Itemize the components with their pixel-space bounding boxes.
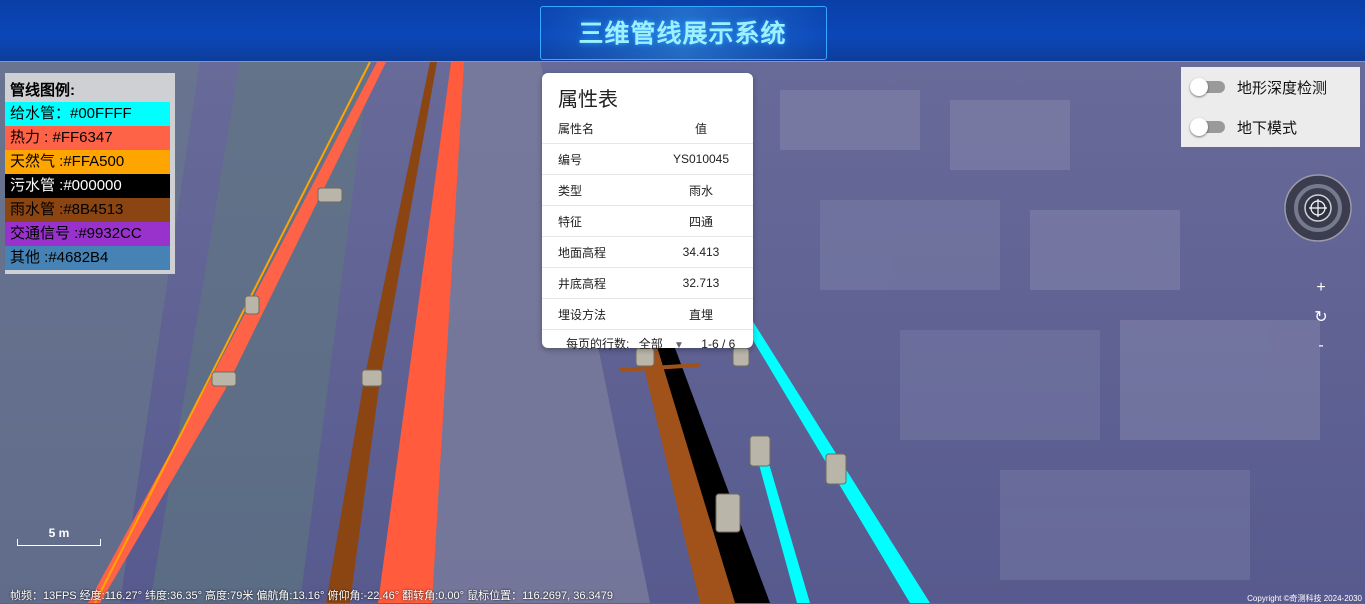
zoom-in-button[interactable]: + bbox=[1307, 274, 1335, 302]
row-value: 32.713 bbox=[649, 267, 753, 299]
pagination-range: 1-6 / 6 bbox=[701, 337, 736, 351]
table-row: 地面高程 34.413 bbox=[542, 236, 753, 268]
popup-title: 属性表 bbox=[558, 89, 618, 111]
toggle-switch[interactable] bbox=[1190, 78, 1225, 96]
table-row: 特征 四通 bbox=[542, 205, 753, 237]
row-value: 雨水 bbox=[649, 174, 753, 206]
legend-item-sewage: 污水管 :#000000 bbox=[5, 174, 170, 198]
legend-item-gas: 天然气 :#FFA500 bbox=[5, 150, 170, 174]
legend-title: 管线图例: bbox=[10, 82, 75, 99]
table-header-row: 属性名 值 bbox=[542, 113, 753, 144]
app-header: 三维管线展示系统 bbox=[0, 0, 1365, 62]
copyright-text: Copyright ©奇测科技 2024-2030 bbox=[1247, 594, 1362, 603]
toggle-knob bbox=[1190, 118, 1208, 136]
scale-label: 5 m bbox=[48, 526, 70, 540]
rows-per-page-label: 每页的行数: bbox=[566, 337, 630, 351]
attribute-table: 属性名 值 编号 YS010045 类型 雨水 特征 四通 地面高程 34.41… bbox=[542, 113, 753, 330]
row-value: 34.413 bbox=[649, 236, 753, 268]
toggle-knob bbox=[1190, 78, 1208, 96]
legend-item-traffic-signal: 交通信号 :#9932CC bbox=[5, 222, 170, 246]
table-row: 埋设方法 直埋 bbox=[542, 298, 753, 330]
row-value: YS010045 bbox=[649, 143, 753, 175]
legend-item-storm: 雨水管 :#8B4513 bbox=[5, 198, 170, 222]
toggle-switch[interactable] bbox=[1190, 118, 1225, 136]
underground-mode-label: 地下模式 bbox=[1237, 120, 1298, 137]
scale-bar: 5 m bbox=[17, 524, 101, 546]
terrain-depth-label: 地形深度检测 bbox=[1237, 80, 1328, 97]
row-key: 埋设方法 bbox=[542, 298, 649, 330]
row-value: 直埋 bbox=[649, 298, 753, 330]
pipeline-legend: 管线图例: 给水管：#00FFFF 热力 : #FF6347 天然气 :#FFA… bbox=[5, 73, 175, 274]
table-row: 编号 YS010045 bbox=[542, 143, 753, 175]
rows-per-page-value: 全部 bbox=[638, 337, 663, 351]
zoom-reset-button[interactable]: ↻ bbox=[1307, 304, 1335, 332]
row-key: 特征 bbox=[542, 205, 649, 237]
compass-icon[interactable]: N bbox=[1284, 174, 1352, 242]
legend-item-other: 其他 :#4682B4 bbox=[5, 246, 170, 270]
row-value: 四通 bbox=[649, 205, 753, 237]
attribute-popup: 属性表 属性名 值 编号 YS010045 类型 雨水 特征 四通 地面高程 3… bbox=[542, 73, 753, 351]
zoom-out-button[interactable]: - bbox=[1307, 332, 1335, 360]
status-bar: 帧频：13FPS 经度:116.27° 纬度:36.35° 高度:79米 偏航角… bbox=[10, 590, 614, 602]
legend-item-heating: 热力 : #FF6347 bbox=[5, 126, 170, 150]
row-key: 井底高程 bbox=[542, 267, 649, 299]
app-title: 三维管线展示系统 bbox=[578, 20, 787, 48]
row-key: 地面高程 bbox=[542, 236, 649, 268]
legend-item-water: 给水管：#00FFFF bbox=[5, 102, 170, 126]
table-row: 类型 雨水 bbox=[542, 174, 753, 206]
row-key: 类型 bbox=[542, 174, 649, 206]
scale-line bbox=[17, 539, 101, 546]
table-footer: 每页的行数: 全部 ▼ 1-6 / 6 bbox=[542, 330, 753, 358]
zoom-controls: + ↻ - bbox=[1307, 274, 1335, 360]
table-row: 井底高程 32.713 bbox=[542, 267, 753, 299]
toggle-panel: 地形深度检测 地下模式 bbox=[1181, 67, 1360, 147]
column-header-key: 属性名 bbox=[542, 113, 649, 144]
rows-per-page-select[interactable]: 全部 ▼ bbox=[639, 337, 688, 351]
column-header-value: 值 bbox=[649, 113, 753, 144]
row-key: 编号 bbox=[542, 143, 649, 175]
dropdown-caret-icon: ▼ bbox=[674, 340, 684, 351]
